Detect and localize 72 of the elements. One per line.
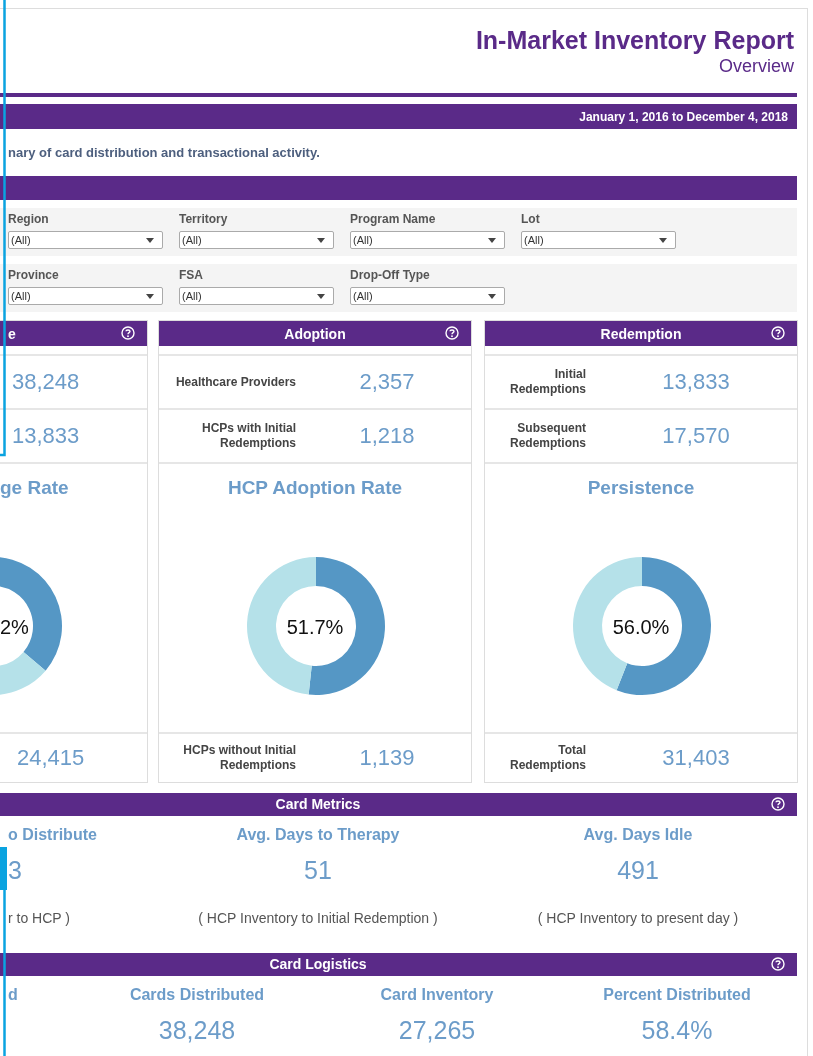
donut-center-label: 51.7%: [286, 615, 344, 639]
metric-title: o Distribute: [8, 825, 98, 845]
metric-note: ( HCP Inventory to present day ): [536, 909, 740, 927]
filter-dropdown[interactable]: (All): [179, 231, 334, 249]
caret-icon: [659, 237, 667, 243]
filter-label: Region: [8, 211, 50, 227]
caret-icon: [146, 237, 154, 243]
metric-value: 27,265: [397, 1015, 477, 1046]
donut-center-label: 2%: [0, 615, 29, 639]
filter-label: Province: [8, 267, 60, 283]
report-subtitle: Overview: [718, 55, 794, 77]
help-icon[interactable]: [121, 326, 135, 340]
help-icon[interactable]: [771, 957, 785, 971]
filter-dropdown[interactable]: (All): [350, 231, 505, 249]
row-value: 1,218: [358, 423, 416, 449]
metric-note: r to HCP ): [8, 909, 71, 927]
chart-title: Persistence: [586, 476, 696, 500]
row-value: 2,357: [358, 369, 416, 395]
report-title: In-Market Inventory Report: [474, 25, 794, 55]
metric-value: 58.4%: [640, 1015, 714, 1046]
card-title: e: [8, 325, 16, 342]
metric-note: ( HCP Inventory to Initial Redemption ): [197, 909, 439, 927]
card-title: Redemption: [600, 325, 682, 342]
caret-icon: [317, 237, 325, 243]
help-icon[interactable]: [445, 326, 459, 340]
row-value: 31,403: [661, 745, 731, 771]
row-label: Initial Redemptions: [509, 367, 586, 397]
metric-title: Cards Distributed: [128, 985, 266, 1005]
card-title: Adoption: [284, 325, 346, 342]
metric-value: 38,248: [157, 1015, 237, 1046]
chart-title: HCP Adoption Rate: [226, 476, 404, 500]
filter-label: FSA: [179, 267, 204, 283]
row-value: 13,833: [12, 423, 81, 449]
filter-label: Program Name: [350, 211, 437, 227]
metric-title: Avg. Days to Therapy: [235, 825, 401, 845]
help-icon[interactable]: [771, 797, 785, 811]
metric-title: Percent Distributed: [602, 985, 752, 1005]
row-label: Healthcare Providers: [174, 374, 296, 390]
row-value: 1,139: [358, 745, 416, 771]
donut-center-label: 56.0%: [612, 615, 670, 639]
filter-label: Territory: [179, 211, 229, 227]
date-range: January 1, 2016 to December 4, 2018: [579, 109, 788, 124]
metric-value: 51: [303, 855, 333, 886]
filter-dropdown[interactable]: (All): [521, 231, 676, 249]
metric-value: 3: [8, 855, 23, 886]
section-title: Card Metrics: [274, 795, 362, 814]
metric-title: Card Inventory: [379, 985, 495, 1005]
caret-icon: [317, 293, 325, 299]
row-label: HCPs with Initial Redemptions: [201, 421, 296, 451]
row-label: Subsequent Redemptions: [509, 421, 586, 451]
help-icon[interactable]: [771, 326, 785, 340]
filter-label: Drop-Off Type: [350, 267, 431, 283]
row-label: Total Redemptions: [509, 743, 586, 773]
filter-dropdown[interactable]: (All): [350, 287, 505, 305]
metric-title: Avg. Days Idle: [582, 825, 694, 845]
metric-value: 491: [616, 855, 660, 886]
section-title: Card Logistics: [268, 955, 368, 974]
chart-title: ge Rate: [0, 476, 70, 500]
caret-icon: [488, 293, 496, 299]
row-value: 13,833: [661, 369, 731, 395]
filter-dropdown[interactable]: (All): [8, 287, 163, 305]
metric-title: d: [8, 985, 19, 1005]
filter-dropdown[interactable]: (All): [8, 231, 163, 249]
row-value: 17,570: [661, 423, 731, 449]
description-text: nary of card distribution and transactional activity.: [7, 144, 321, 162]
filter-label: Lot: [521, 211, 541, 227]
row-value: 24,415: [16, 745, 86, 771]
row-value: 38,248: [12, 369, 81, 395]
filter-dropdown[interactable]: (All): [179, 287, 334, 305]
caret-icon: [488, 237, 496, 243]
caret-icon: [146, 293, 154, 299]
row-label: HCPs without Initial Redemptions: [182, 743, 296, 773]
